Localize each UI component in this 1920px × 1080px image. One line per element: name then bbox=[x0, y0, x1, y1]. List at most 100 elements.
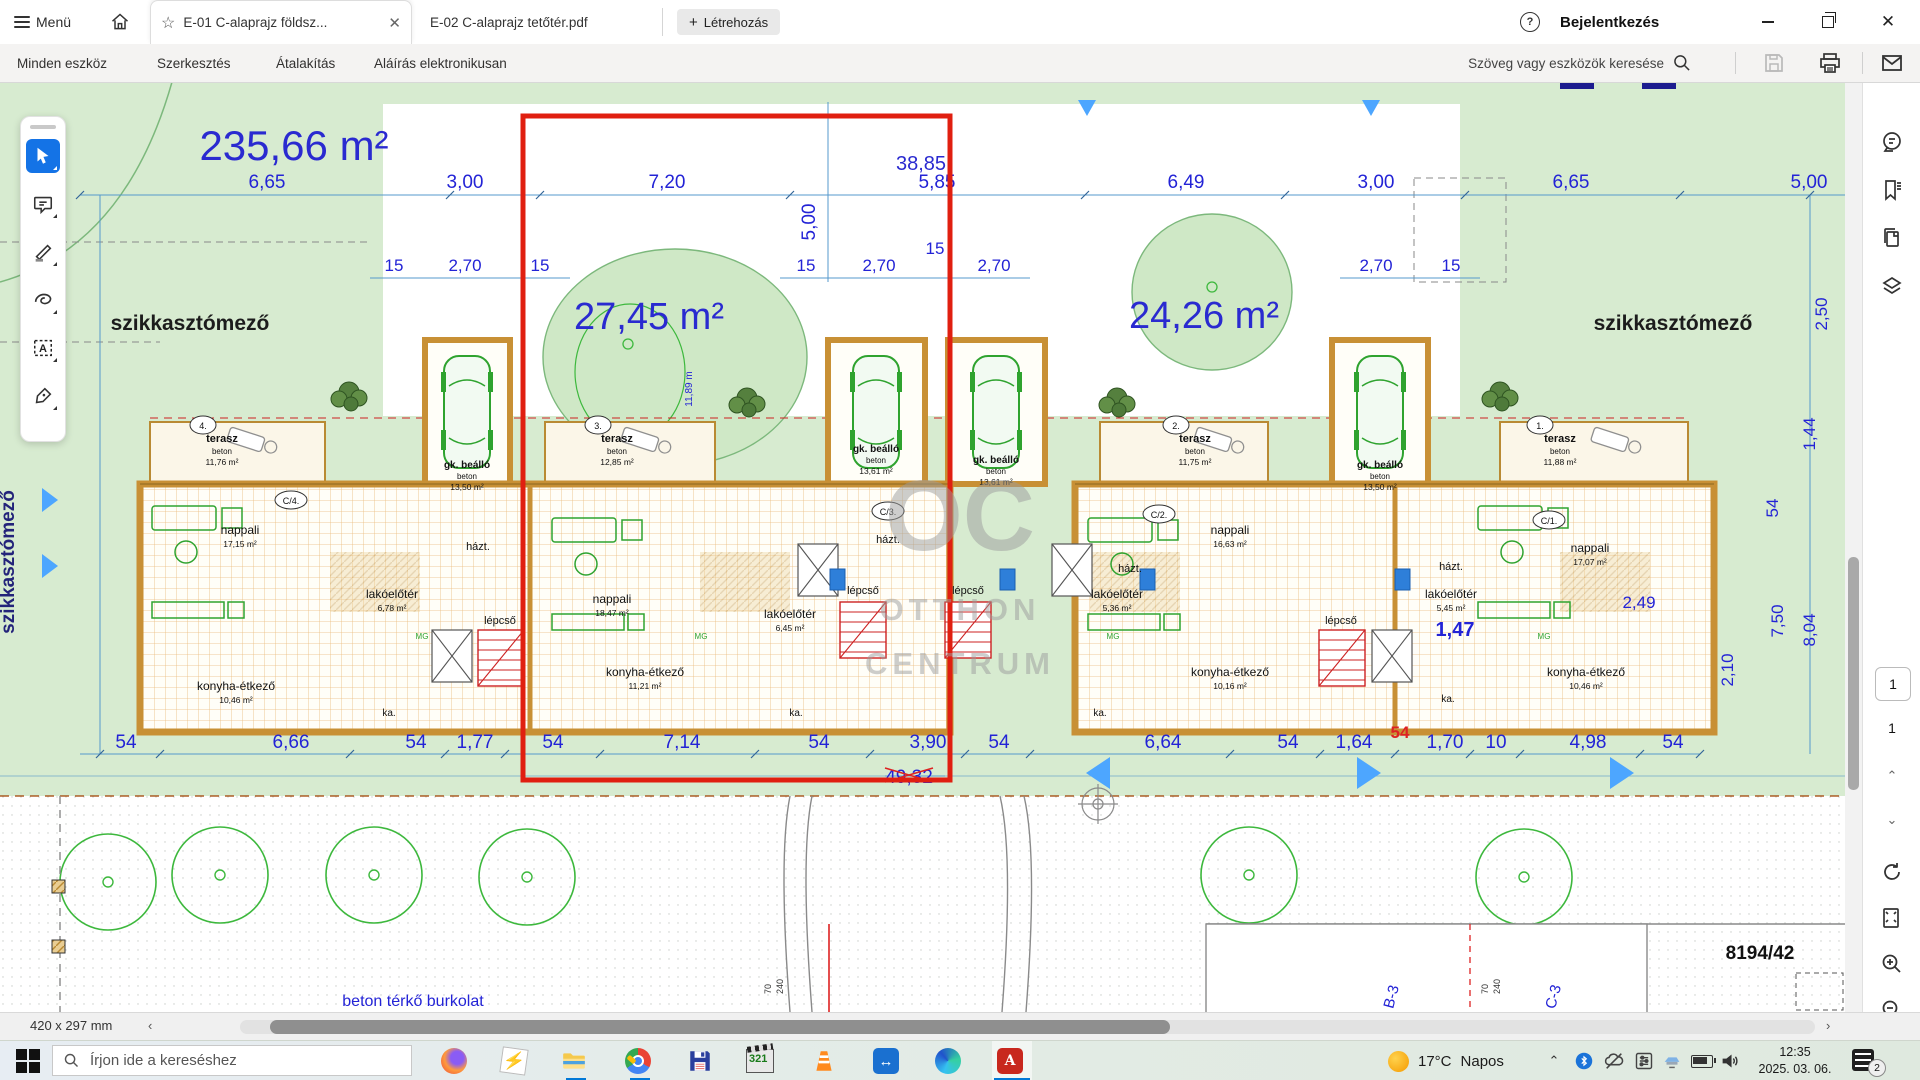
close-button[interactable]: ✕ bbox=[1865, 0, 1911, 44]
bookmark-icon bbox=[1880, 178, 1904, 202]
watermark: OC OTTHON CENTRUM bbox=[865, 460, 1055, 681]
svg-text:3,00: 3,00 bbox=[1358, 172, 1395, 193]
page-number-input[interactable]: 1 bbox=[1875, 667, 1911, 701]
svg-text:1.: 1. bbox=[1536, 421, 1544, 431]
text-select-tool[interactable]: A bbox=[26, 331, 60, 365]
zoom-in-icon bbox=[1880, 952, 1904, 976]
weather-widget[interactable]: 17°C Napos bbox=[1388, 1041, 1504, 1080]
teamviewer-icon[interactable]: ↔ bbox=[872, 1047, 900, 1075]
menu-esign[interactable]: Aláírás elektronikusan bbox=[374, 44, 507, 82]
search-tools[interactable]: Szöveg vagy eszközök keresése bbox=[1468, 44, 1692, 82]
sun-icon bbox=[1388, 1051, 1409, 1072]
svg-text:70: 70 bbox=[1480, 984, 1490, 994]
rotate-page-button[interactable] bbox=[1880, 860, 1904, 884]
scroll-left-arrow[interactable]: ‹ bbox=[148, 1018, 152, 1033]
comment-tool[interactable] bbox=[26, 187, 60, 221]
comments-panel-button[interactable] bbox=[1880, 130, 1904, 154]
fit-page-button[interactable] bbox=[1880, 906, 1904, 930]
highlight-tool[interactable] bbox=[26, 235, 60, 269]
svg-text:11,75 m²: 11,75 m² bbox=[1179, 457, 1212, 467]
acrobat-icon[interactable]: A bbox=[996, 1047, 1024, 1075]
svg-text:3.: 3. bbox=[594, 421, 602, 431]
svg-text:54: 54 bbox=[1763, 499, 1782, 518]
vlc-icon[interactable] bbox=[810, 1047, 838, 1075]
sign-in-button[interactable]: Bejelentkezés bbox=[1560, 0, 1659, 44]
menu-all-tools[interactable]: Minden eszköz bbox=[17, 44, 107, 82]
svg-text:54: 54 bbox=[988, 732, 1010, 753]
tab-e01[interactable]: ☆ E-01 C-alaprajz földsz... ✕ bbox=[150, 0, 412, 44]
svg-text:54: 54 bbox=[1391, 723, 1410, 742]
menu-edit[interactable]: Szerkesztés bbox=[157, 44, 231, 82]
layers-panel-button[interactable] bbox=[1880, 274, 1904, 298]
svg-text:54: 54 bbox=[542, 732, 564, 753]
battery-icon[interactable] bbox=[1688, 1047, 1716, 1075]
mpc-icon[interactable]: 321 bbox=[746, 1047, 774, 1075]
sign-tool[interactable] bbox=[26, 379, 60, 413]
svg-text:54: 54 bbox=[808, 732, 830, 753]
settings-sliders-icon[interactable] bbox=[1630, 1047, 1658, 1075]
svg-text:nappali: nappali bbox=[593, 592, 632, 606]
clock-widget[interactable]: 12:35 2025. 03. 06. bbox=[1752, 1044, 1838, 1078]
prev-page-button[interactable]: ⌃ bbox=[1863, 768, 1920, 784]
firefox-icon[interactable] bbox=[440, 1047, 468, 1075]
create-button[interactable]: + Létrehozás bbox=[677, 9, 780, 35]
tray-expand-chevron[interactable]: ⌃ bbox=[1540, 1047, 1568, 1075]
tab-close-icon[interactable]: ✕ bbox=[388, 14, 401, 32]
svg-text:OTTHON: OTTHON bbox=[880, 592, 1041, 627]
svg-text:MG: MG bbox=[1538, 632, 1551, 641]
notification-center-button[interactable]: 2 bbox=[1852, 1048, 1882, 1074]
vertical-scrollbar[interactable] bbox=[1845, 82, 1862, 1012]
onedrive-offline-icon[interactable] bbox=[1600, 1047, 1628, 1075]
scanner-icon[interactable] bbox=[1658, 1047, 1686, 1075]
print-icon[interactable] bbox=[1818, 51, 1842, 75]
svg-text:C/1.: C/1. bbox=[1541, 516, 1558, 526]
email-icon[interactable] bbox=[1880, 51, 1904, 75]
horizontal-scroll-thumb[interactable] bbox=[270, 1020, 1170, 1034]
minimize-button[interactable] bbox=[1745, 0, 1791, 44]
winamp-icon[interactable]: ⚡ bbox=[500, 1047, 528, 1075]
toolbar-divider-2 bbox=[1862, 52, 1863, 74]
help-button[interactable]: ? bbox=[1518, 0, 1542, 44]
vertical-scroll-thumb[interactable] bbox=[1848, 557, 1859, 790]
scroll-right-arrow[interactable]: › bbox=[1826, 1018, 1830, 1033]
taskbar-search[interactable]: Írjon ide a kereséshez bbox=[52, 1045, 412, 1076]
tab-e02[interactable]: E-02 C-alaprajz tetőtér.pdf bbox=[420, 0, 620, 44]
horizontal-scrollbar[interactable] bbox=[240, 1020, 1815, 1034]
floor-plan: 235,66 m² 27,45 m² 24,26 m² 38,85 6,65 3… bbox=[0, 82, 1845, 1012]
palette-drag-handle[interactable] bbox=[30, 125, 56, 129]
tab-divider bbox=[662, 8, 663, 36]
page-total: 1 bbox=[1863, 720, 1920, 736]
bookmarks-panel-button[interactable] bbox=[1880, 178, 1904, 202]
clock-time: 12:35 bbox=[1752, 1044, 1838, 1061]
pages-panel-button[interactable] bbox=[1880, 226, 1904, 250]
garden-circle-unit2 bbox=[1132, 214, 1292, 370]
svg-text:11,89 m: 11,89 m bbox=[684, 371, 695, 406]
save-icon[interactable] bbox=[1762, 51, 1786, 75]
svg-text:ka.: ka. bbox=[1093, 708, 1106, 719]
next-page-button[interactable]: ⌄ bbox=[1863, 812, 1920, 828]
star-icon[interactable]: ☆ bbox=[161, 13, 175, 33]
bluetooth-icon[interactable] bbox=[1570, 1047, 1598, 1075]
svg-text:15: 15 bbox=[1442, 256, 1461, 275]
document-canvas[interactable]: 235,66 m² 27,45 m² 24,26 m² 38,85 6,65 3… bbox=[0, 82, 1845, 1012]
chrome-icon[interactable] bbox=[624, 1047, 652, 1075]
save-app-icon[interactable] bbox=[686, 1047, 714, 1075]
menu-button[interactable]: Menü bbox=[14, 0, 71, 44]
select-tool[interactable] bbox=[26, 139, 60, 173]
zoom-in-button[interactable] bbox=[1880, 952, 1904, 976]
svg-text:2,70: 2,70 bbox=[448, 256, 481, 275]
svg-text:10,46 m²: 10,46 m² bbox=[219, 695, 253, 705]
home-button[interactable] bbox=[110, 0, 130, 44]
volume-icon[interactable] bbox=[1716, 1047, 1744, 1075]
home-icon bbox=[110, 12, 130, 32]
menu-convert[interactable]: Átalakítás bbox=[276, 44, 335, 82]
draw-tool[interactable] bbox=[26, 283, 60, 317]
windows-taskbar: Írjon ide a kereséshez ⚡ 321 bbox=[0, 1040, 1920, 1080]
svg-text:2,50: 2,50 bbox=[1812, 297, 1831, 330]
start-button[interactable] bbox=[16, 1049, 40, 1073]
file-explorer-icon[interactable] bbox=[560, 1047, 588, 1075]
edge-icon[interactable] bbox=[934, 1047, 962, 1075]
svg-text:2,70: 2,70 bbox=[977, 256, 1010, 275]
svg-text:lakóelőtér: lakóelőtér bbox=[366, 587, 418, 601]
restore-button[interactable] bbox=[1805, 0, 1851, 44]
